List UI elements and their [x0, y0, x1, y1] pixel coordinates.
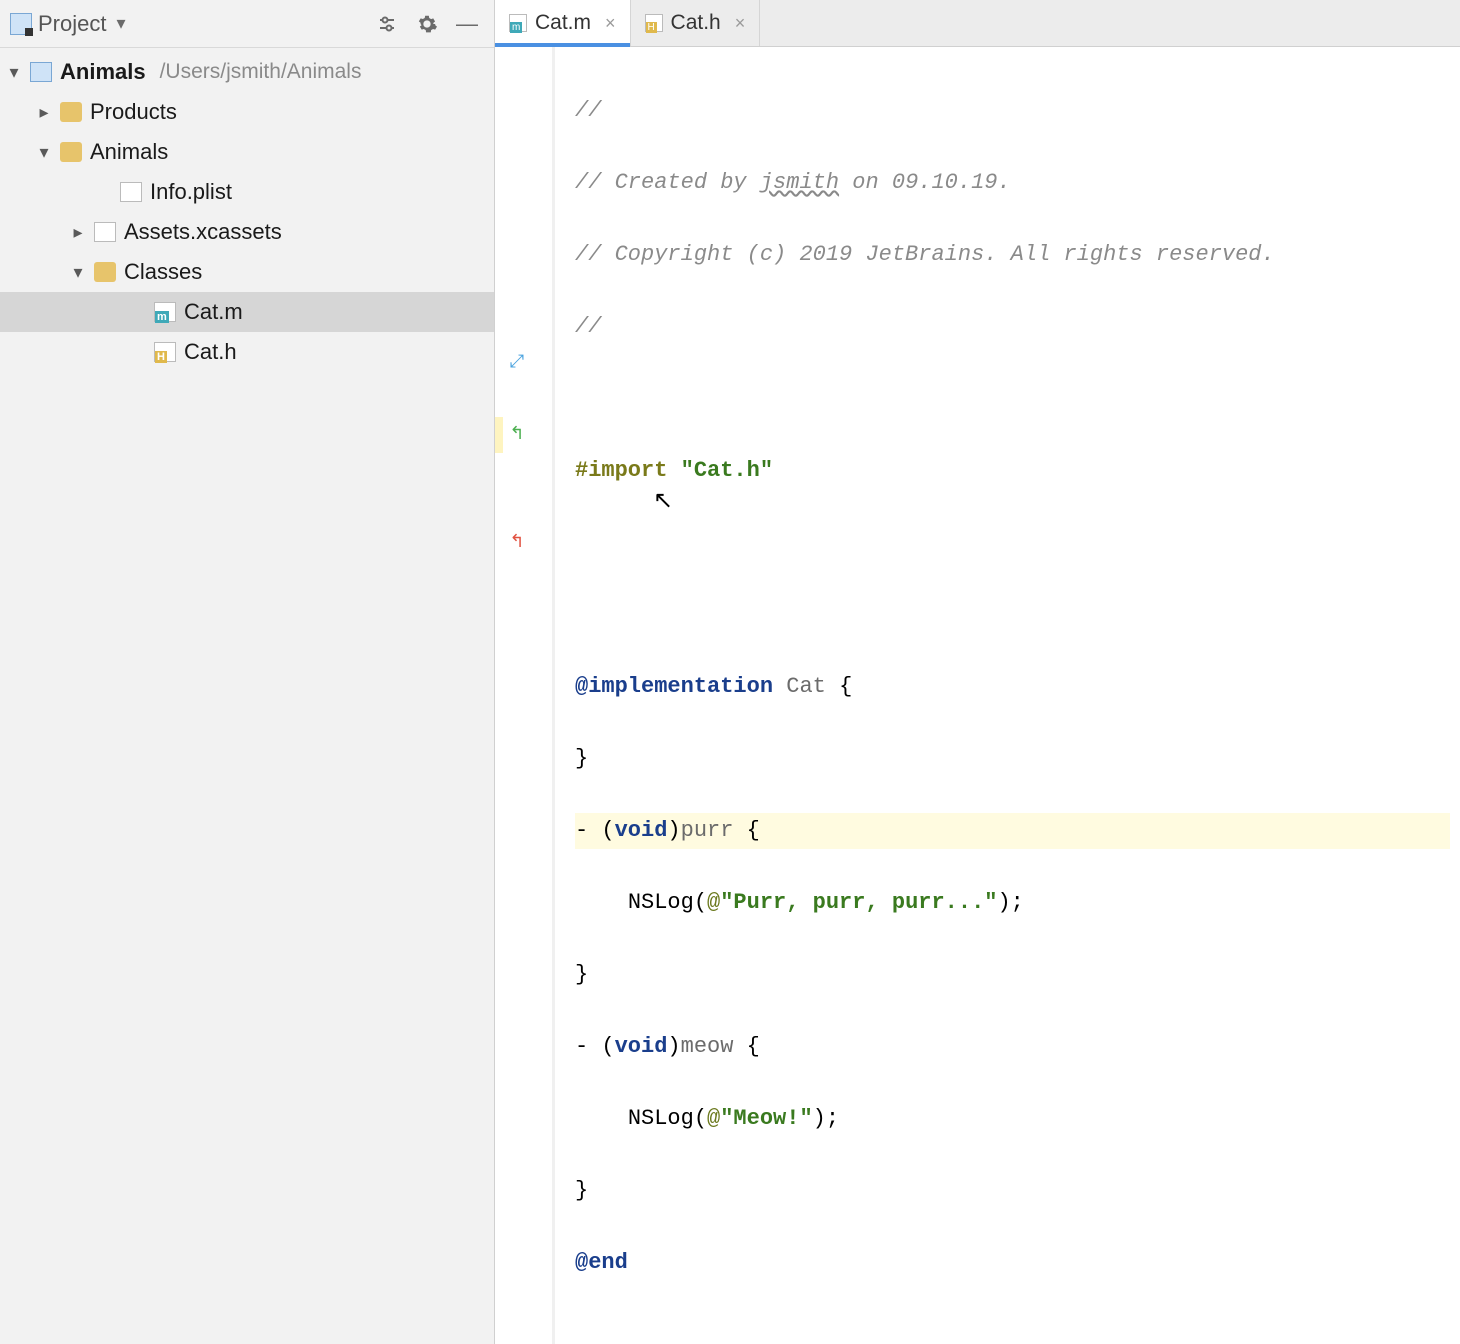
project-sidebar: Project ▾ — Animals /Users/jsmith/Animal…	[0, 0, 495, 1344]
editor-tab-cat-h[interactable]: Cat.h ×	[631, 0, 761, 46]
code-text: @end	[575, 1250, 628, 1275]
code-text	[575, 381, 1450, 417]
code-text: )	[667, 818, 680, 843]
code-text: //	[575, 98, 601, 123]
code-text: - (	[575, 818, 615, 843]
tree-label: Products	[90, 99, 177, 125]
tree-node-assets[interactable]: Assets.xcassets	[0, 212, 494, 252]
tree-label: Cat.m	[184, 299, 243, 325]
tree-root-animals[interactable]: Animals /Users/jsmith/Animals	[0, 52, 494, 92]
code-text: - (	[575, 1034, 615, 1059]
tree-label: Animals	[90, 139, 168, 165]
code-text: }	[575, 962, 588, 987]
folder-icon	[60, 142, 82, 162]
code-text	[575, 597, 1450, 633]
code-text: void	[615, 1034, 668, 1059]
editor-gutter[interactable]: ⤢ ↰ ↰	[495, 47, 555, 1344]
expand-arrow-icon[interactable]	[36, 142, 52, 163]
tree-node-cat-h[interactable]: Cat.h	[0, 332, 494, 372]
folder-icon	[60, 102, 82, 122]
code-text: purr	[681, 818, 734, 843]
project-icon	[10, 13, 32, 35]
code-text: jsmith	[760, 170, 839, 195]
expand-arrow-icon[interactable]	[6, 62, 22, 83]
implement-gutter-icon[interactable]: ⤢	[505, 345, 529, 381]
code-text: NSLog(	[628, 1106, 707, 1131]
project-tree: Animals /Users/jsmith/Animals Products A…	[0, 48, 494, 372]
tree-label: Assets.xcassets	[124, 219, 282, 245]
code-text: Cat	[786, 674, 826, 699]
code-text: #import	[575, 458, 667, 483]
tab-label: Cat.m	[535, 11, 591, 35]
code-text: // Copyright (c) 2019 JetBrains. All rig…	[575, 242, 1275, 267]
tree-node-classes[interactable]: Classes	[0, 252, 494, 292]
code-text: );	[813, 1106, 839, 1131]
plist-file-icon	[120, 182, 142, 202]
objc-m-file-icon	[509, 14, 527, 32]
tree-label: Cat.h	[184, 339, 237, 365]
code-text: @implementation	[575, 674, 773, 699]
code-text: "Meow!"	[720, 1106, 812, 1131]
assets-file-icon	[94, 222, 116, 242]
sidebar-title[interactable]: Project	[38, 11, 106, 37]
tree-node-animals[interactable]: Animals	[0, 132, 494, 172]
code-editor[interactable]: // // Created by jsmith on 09.10.19. // …	[569, 47, 1460, 1344]
tree-label: Classes	[124, 259, 202, 285]
code-text: {	[733, 818, 759, 843]
folder-icon	[94, 262, 116, 282]
objc-h-file-icon	[154, 342, 176, 362]
close-tab-icon[interactable]: ×	[605, 13, 616, 34]
code-text: );	[997, 890, 1023, 915]
code-text: void	[615, 818, 668, 843]
code-text: @	[707, 1106, 720, 1131]
tree-node-info-plist[interactable]: Info.plist	[0, 172, 494, 212]
gear-icon[interactable]	[410, 7, 444, 41]
chevron-down-icon[interactable]: ▾	[116, 13, 125, 34]
editor-tab-bar: Cat.m × Cat.h ×	[495, 0, 1460, 47]
objc-m-file-icon	[154, 302, 176, 322]
code-text: // Created by	[575, 170, 760, 195]
code-text: }	[575, 1178, 588, 1203]
close-tab-icon[interactable]: ×	[735, 13, 746, 34]
code-text: on 09.10.19.	[839, 170, 1011, 195]
change-marker	[495, 417, 503, 453]
editor-pane: Cat.m × Cat.h × ⤢ ↰ ↰ // // Created by j…	[495, 0, 1460, 1344]
code-text: )	[667, 1034, 680, 1059]
code-text: "Cat.h"	[681, 458, 773, 483]
objc-h-file-icon	[645, 14, 663, 32]
ide-root: Project ▾ — Animals /Users/jsmith/Animal…	[0, 0, 1460, 1344]
sidebar-header: Project ▾ —	[0, 0, 494, 48]
editor-body: ⤢ ↰ ↰ // // Created by jsmith on 09.10.1…	[495, 47, 1460, 1344]
tree-label: Animals	[60, 59, 146, 85]
fold-column[interactable]	[555, 47, 569, 1344]
code-text: {	[839, 674, 852, 699]
tree-node-cat-m[interactable]: Cat.m	[0, 292, 494, 332]
editor-tab-cat-m[interactable]: Cat.m ×	[495, 0, 631, 46]
expand-arrow-icon[interactable]	[70, 222, 86, 243]
navigate-up-gutter-icon[interactable]: ↰	[505, 417, 529, 453]
code-text	[575, 525, 1450, 561]
tree-node-products[interactable]: Products	[0, 92, 494, 132]
expand-arrow-icon[interactable]	[70, 262, 86, 283]
expand-arrow-icon[interactable]	[36, 102, 52, 123]
code-text: //	[575, 314, 601, 339]
collapse-icon[interactable]: —	[450, 7, 484, 41]
navigate-up-gutter-icon[interactable]: ↰	[505, 525, 529, 561]
code-text: @	[707, 890, 720, 915]
xcode-project-icon	[30, 62, 52, 82]
mouse-cursor-icon: ↖	[653, 485, 673, 521]
sidebar-settings-icon[interactable]	[370, 7, 404, 41]
code-text: NSLog(	[628, 890, 707, 915]
code-text: "Purr, purr, purr..."	[720, 890, 997, 915]
tab-label: Cat.h	[671, 11, 721, 35]
code-text: meow	[681, 1034, 734, 1059]
tree-path: /Users/jsmith/Animals	[160, 60, 362, 84]
code-text: {	[733, 1034, 759, 1059]
tree-label: Info.plist	[150, 179, 232, 205]
code-text: }	[575, 746, 588, 771]
